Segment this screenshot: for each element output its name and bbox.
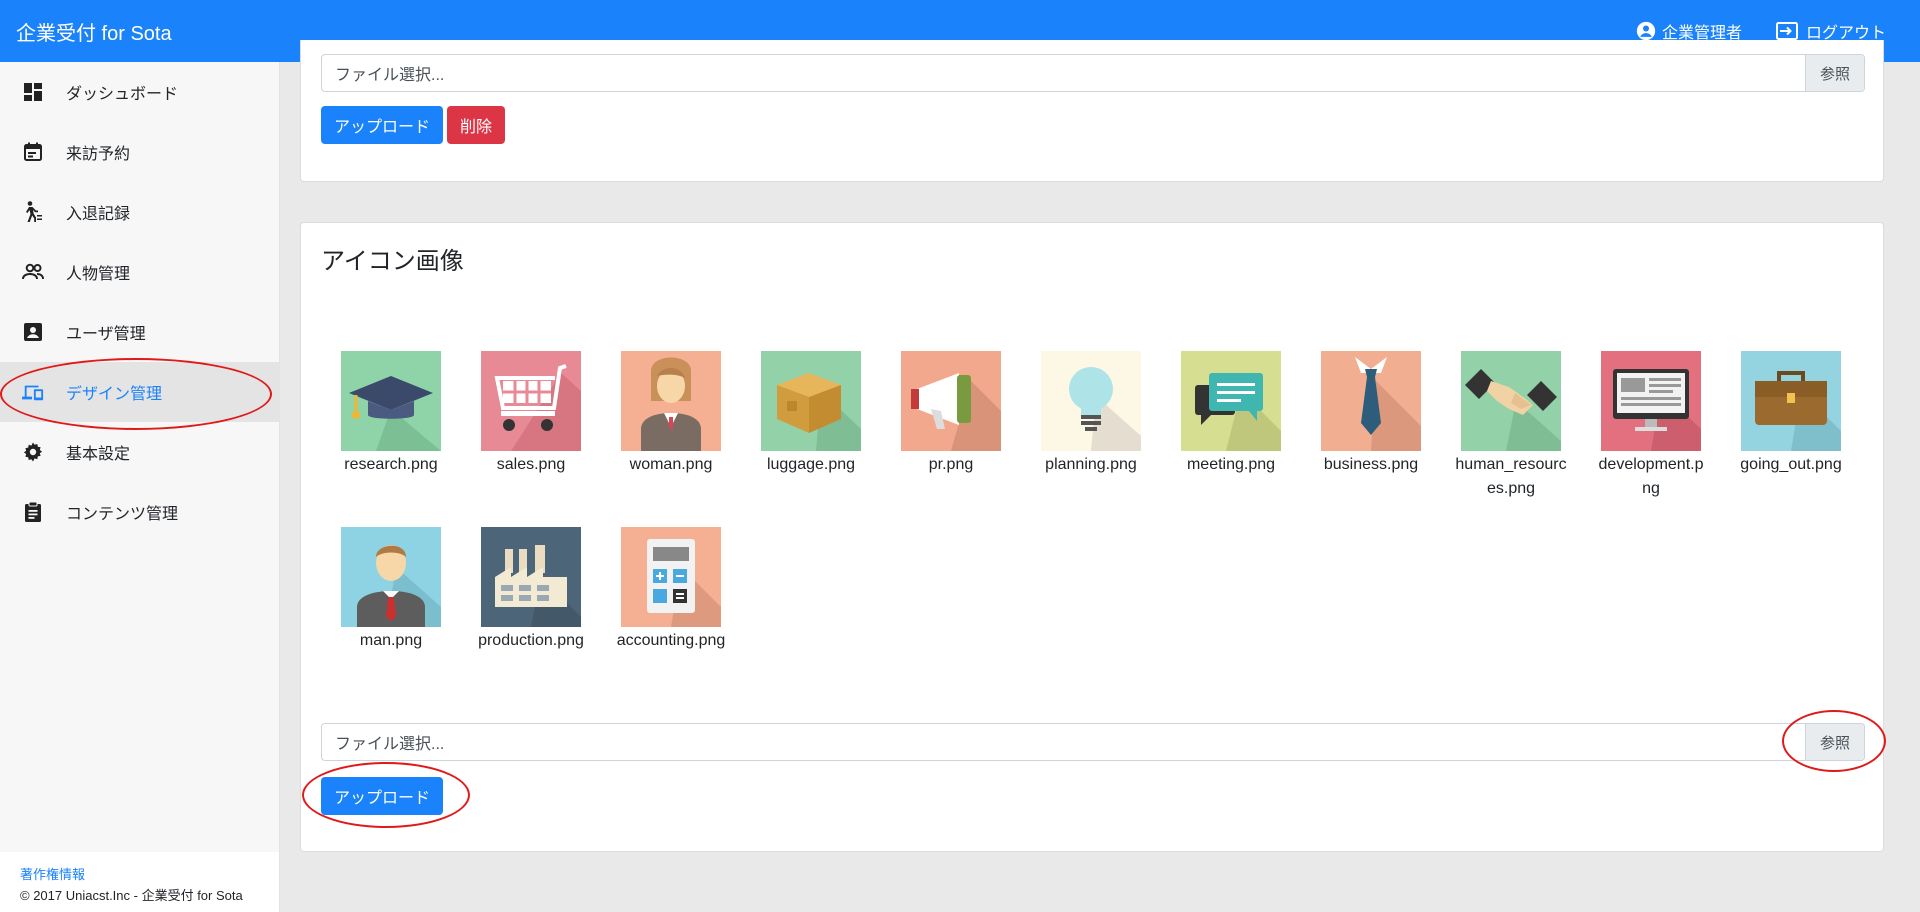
- logo-upload-panel: ファイル選択... 参照 アップロード 削除: [300, 40, 1884, 182]
- icon-filename: meeting.png: [1186, 456, 1276, 473]
- people-icon: [22, 261, 44, 283]
- icon-filename: research.png: [344, 456, 438, 473]
- icon-item-sales[interactable]: sales.png: [461, 351, 601, 501]
- sidebar-item-dashboard[interactable]: ダッシュボード: [0, 62, 279, 122]
- graduation-cap-icon: [341, 351, 441, 451]
- necktie-icon: [1321, 351, 1421, 451]
- sidebar-item-label: ダッシュボード: [66, 86, 179, 103]
- upload-button[interactable]: アップロード: [321, 106, 443, 144]
- section-title: アイコン画像: [321, 248, 464, 275]
- icon-filename: development.png: [1598, 456, 1704, 497]
- icon-item-business[interactable]: business.png: [1301, 351, 1441, 501]
- sidebar-item-settings[interactable]: 基本設定: [0, 422, 279, 482]
- icon-item-man[interactable]: man.png: [321, 527, 461, 653]
- sidebar-item-label: 入退記録: [66, 206, 131, 223]
- megaphone-icon: [901, 351, 1001, 451]
- icon-filename: man.png: [359, 632, 423, 649]
- sidebar-item-users[interactable]: ユーザ管理: [0, 302, 279, 362]
- monitor-icon: [1601, 351, 1701, 451]
- account-circle-icon: [1636, 21, 1656, 41]
- clipboard-icon: [22, 501, 44, 523]
- lightbulb-icon: [1041, 351, 1141, 451]
- app-title[interactable]: 企業受付 for Sota: [16, 17, 172, 46]
- sidebar-item-people[interactable]: 人物管理: [0, 242, 279, 302]
- icon-filename: pr.png: [928, 456, 974, 473]
- icon-filename: business.png: [1323, 456, 1419, 473]
- icon-item-development[interactable]: development.png: [1581, 351, 1721, 501]
- sidebar-item-label: 来訪予約: [66, 146, 131, 163]
- sidebar-item-design[interactable]: デザイン管理: [0, 362, 279, 422]
- icon-filename: going_out.png: [1740, 456, 1842, 473]
- icon-file-select-field[interactable]: ファイル選択... 参照: [321, 723, 1865, 761]
- sidebar: ダッシュボード 来訪予約 入退記録 人物管理 ユーザ管理 デザイン管理 基本設定: [0, 62, 280, 912]
- sidebar-item-label: 基本設定: [66, 446, 131, 463]
- file-select-placeholder: ファイル選択...: [335, 67, 445, 84]
- sidebar-nav: ダッシュボード 来訪予約 入退記録 人物管理 ユーザ管理 デザイン管理 基本設定: [0, 62, 279, 542]
- box-icon: [761, 351, 861, 451]
- briefcase-icon: [1741, 351, 1841, 451]
- sidebar-item-label: コンテンツ管理: [66, 506, 179, 523]
- sidebar-item-visit-reservation[interactable]: 来訪予約: [0, 122, 279, 182]
- icon-filename: sales.png: [496, 456, 566, 473]
- factory-icon: [481, 527, 581, 627]
- sidebar-item-label: ユーザ管理: [66, 326, 146, 343]
- sidebar-item-label: デザイン管理: [66, 386, 163, 403]
- delete-button[interactable]: 削除: [447, 106, 505, 144]
- walk-icon: [22, 201, 44, 223]
- icon-upload-button[interactable]: アップロード: [321, 777, 443, 815]
- icon-item-planning[interactable]: planning.png: [1021, 351, 1161, 501]
- chat-bubble-icon: [1181, 351, 1281, 451]
- icon-item-accounting[interactable]: accounting.png: [601, 527, 741, 653]
- icon-filename: human_resources.png: [1455, 456, 1567, 497]
- handshake-icon: [1461, 351, 1561, 451]
- shopping-cart-icon: [481, 351, 581, 451]
- icon-item-pr[interactable]: pr.png: [881, 351, 1021, 501]
- icon-browse-button[interactable]: 参照: [1805, 724, 1864, 760]
- icon-filename: production.png: [478, 632, 584, 649]
- file-select-field[interactable]: ファイル選択... 参照: [321, 54, 1865, 92]
- icon-filename: luggage.png: [766, 456, 856, 473]
- sidebar-item-label: 人物管理: [66, 266, 131, 283]
- icon-filename: planning.png: [1045, 456, 1137, 473]
- icon-images-panel: アイコン画像 research.png sales.png woman.png …: [300, 222, 1884, 852]
- calculator-icon: [621, 527, 721, 627]
- account-box-icon: [22, 321, 44, 343]
- icon-grid: research.png sales.png woman.png luggage…: [321, 351, 1871, 653]
- sidebar-footer: 著作権情報 © 2017 Uniacst.Inc - 企業受付 for Sota: [0, 852, 279, 912]
- icon-item-meeting[interactable]: meeting.png: [1161, 351, 1301, 501]
- icon-item-woman[interactable]: woman.png: [601, 351, 741, 501]
- dashboard-icon: [22, 81, 44, 103]
- sidebar-item-content[interactable]: コンテンツ管理: [0, 482, 279, 542]
- logout-icon: [1775, 21, 1800, 41]
- icon-item-going-out[interactable]: going_out.png: [1721, 351, 1861, 501]
- icon-filename: woman.png: [629, 456, 713, 473]
- icon-item-production[interactable]: production.png: [461, 527, 601, 653]
- copyright-link[interactable]: 著作権情報: [20, 864, 279, 885]
- man-icon: [341, 527, 441, 627]
- icon-item-human-resources[interactable]: human_resources.png: [1441, 351, 1581, 501]
- gear-icon: [22, 441, 44, 463]
- copyright-text: © 2017 Uniacst.Inc - 企業受付 for Sota: [20, 888, 243, 903]
- devices-icon: [22, 381, 44, 403]
- calendar-icon: [22, 141, 44, 163]
- woman-icon: [621, 351, 721, 451]
- icon-item-research[interactable]: research.png: [321, 351, 461, 501]
- icon-filename: accounting.png: [616, 632, 726, 649]
- file-select-placeholder: ファイル選択...: [335, 736, 445, 753]
- icon-item-luggage[interactable]: luggage.png: [741, 351, 881, 501]
- browse-button[interactable]: 参照: [1805, 55, 1864, 91]
- sidebar-item-entry-log[interactable]: 入退記録: [0, 182, 279, 242]
